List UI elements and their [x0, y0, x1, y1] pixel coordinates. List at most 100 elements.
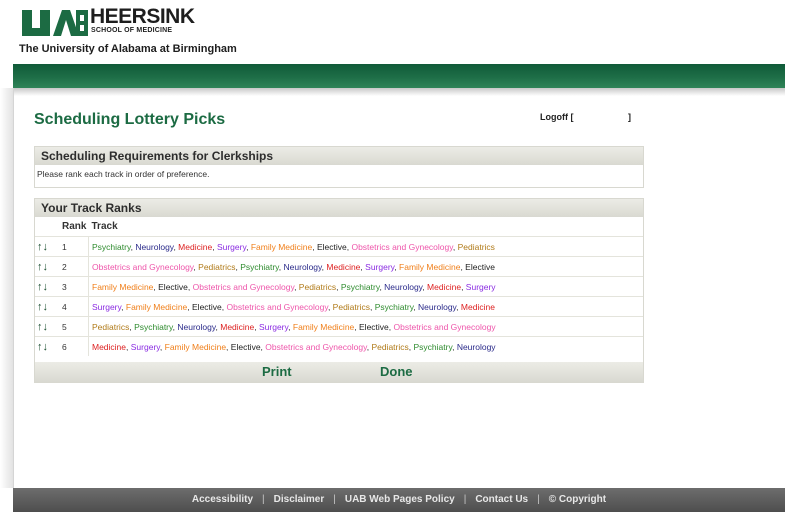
green-banner [13, 64, 785, 88]
track-name: Medicine [220, 321, 255, 332]
track-name: Pediatrics [457, 241, 495, 252]
track-ranks-panel: Your Track Ranks Rank Track ↑↓ 1 Psychiatr… [34, 198, 644, 383]
move-down-icon[interactable]: ↓ [43, 341, 49, 353]
university-name: The University of Alabama at Birmingham [19, 43, 237, 55]
table-row: ↑↓ 3 Family Medicine, Elective, Obstetrics… [35, 276, 643, 297]
uab-logo-icon[interactable] [22, 10, 88, 36]
track-cell: Surgery, Family Medicine, Elective, Obst… [88, 296, 643, 317]
table-row: ↑↓ 2 Obstetrics and Gynecology, Pediatrics… [35, 256, 643, 277]
track-name: Surgery [92, 301, 122, 312]
track-name: Family Medicine [250, 241, 313, 252]
track-name: Medicine [326, 261, 361, 272]
rank-cell: 1 [59, 236, 89, 257]
requirements-text: Please rank each track in order of prefe… [37, 169, 210, 179]
reorder-arrows: ↑↓ [35, 236, 59, 257]
track-name: Obstetrics and Gynecology [226, 301, 328, 312]
site-header: HEERSINK SCHOOL OF MEDICINE The Universi… [0, 0, 785, 62]
reorder-arrows: ↑↓ [35, 316, 59, 337]
track-name: Neurology [384, 281, 423, 292]
move-down-icon[interactable]: ↓ [43, 261, 49, 273]
track-name: Pediatrics [332, 301, 370, 312]
rank-cell: 3 [59, 276, 89, 297]
track-name: Psychiatry [413, 341, 453, 352]
track-header: Track [91, 221, 118, 232]
footer-gap [0, 488, 13, 512]
track-name: Neurology [135, 241, 174, 252]
reorder-arrows: ↑↓ [35, 256, 59, 277]
track-name: Medicine [92, 341, 127, 352]
requirements-heading: Scheduling Requirements for Clerkships [35, 147, 643, 165]
track-cell: Medicine, Surgery, Family Medicine, Elec… [88, 336, 643, 356]
track-name: Psychiatry [240, 261, 279, 272]
track-name: Psychiatry [340, 281, 380, 292]
track-name: Neurology [418, 301, 457, 312]
logoff-link[interactable]: Logoff [ [540, 112, 573, 122]
track-name: Elective [192, 301, 222, 312]
panel-actions: Print Done [35, 362, 643, 382]
track-name: Obstetrics and Gynecology [393, 321, 496, 332]
track-cell: Psychiatry, Neurology, Medicine, Surgery… [88, 236, 643, 257]
footer-link[interactable]: © Copyright [549, 494, 606, 505]
track-name: Obstetrics and Gynecology [192, 281, 295, 292]
move-down-icon[interactable]: ↓ [43, 301, 49, 313]
track-name: Medicine [178, 241, 213, 252]
banner-shadow [14, 88, 785, 96]
track-name: Medicine [460, 301, 495, 312]
track-name: Family Medicine [399, 261, 461, 272]
reorder-arrows: ↑↓ [35, 276, 59, 297]
track-name: Elective [158, 281, 188, 292]
track-name: Family Medicine [125, 301, 188, 312]
track-name: Elective [316, 241, 347, 252]
table-row: ↑↓ 1 Psychiatry, Neurology, Medicine, Surg… [35, 236, 643, 257]
track-name: Surgery [259, 321, 289, 332]
track-cell: Obstetrics and Gynecology, Pediatrics, P… [88, 256, 643, 277]
requirements-panel: Scheduling Requirements for Clerkships P… [34, 146, 644, 188]
track-cell: Family Medicine, Elective, Obstetrics an… [88, 276, 643, 297]
move-down-icon[interactable]: ↓ [43, 241, 49, 253]
left-frame [0, 88, 13, 488]
rank-header: Rank [62, 221, 87, 232]
rank-cell: 4 [59, 296, 89, 317]
print-button[interactable]: Print [262, 364, 292, 379]
track-name: Neurology [283, 261, 322, 272]
site-footer: Accessibility | Disclaimer | UAB Web Pages P… [13, 488, 785, 512]
track-name: Psychiatry [92, 241, 131, 252]
track-ranks-heading: Your Track Ranks [35, 199, 643, 217]
track-name: Neurology [456, 341, 496, 352]
track-name: Medicine [427, 281, 462, 292]
logo-heersink-text: HEERSINK [90, 5, 195, 28]
move-down-icon[interactable]: ↓ [43, 321, 49, 333]
footer-link[interactable]: Contact Us [475, 494, 528, 505]
track-ranks-table: Rank Track ↑↓ 1 Psychiatry, Neurology, Med… [35, 217, 643, 356]
track-name: Pediatrics [198, 261, 236, 272]
track-name: Neurology [177, 321, 216, 332]
track-name: Surgery [130, 341, 160, 352]
logo-school-text: SCHOOL OF MEDICINE [91, 27, 173, 34]
rank-cell: 2 [59, 256, 89, 277]
footer-link[interactable]: UAB Web Pages Policy [345, 494, 455, 505]
track-name: Psychiatry [374, 301, 414, 312]
footer-link[interactable]: Accessibility [192, 494, 253, 505]
footer-link[interactable]: Disclaimer [274, 494, 325, 505]
track-name: Surgery [216, 241, 247, 252]
track-name: Obstetrics and Gynecology [92, 261, 194, 272]
greenbar-gap [0, 64, 13, 88]
rank-cell: 5 [59, 316, 89, 337]
track-name: Psychiatry [134, 321, 173, 332]
page-title: Scheduling Lottery Picks [34, 111, 226, 128]
table-row: ↑↓ 4 Surgery, Family Medicine, Elective, O… [35, 296, 643, 317]
track-name: Elective [359, 321, 389, 332]
logoff-bracket: ] [628, 112, 631, 122]
table-row: ↑↓ 5 Pediatrics, Psychiatry, Neurology, Me… [35, 316, 643, 337]
track-name: Pediatrics [371, 341, 409, 352]
track-name: Elective [230, 341, 261, 352]
track-name: Elective [465, 261, 495, 272]
track-name: Obstetrics and Gynecology [265, 341, 367, 352]
track-name: Pediatrics [92, 321, 130, 332]
reorder-arrows: ↑↓ [35, 336, 59, 356]
track-name: Surgery [365, 261, 395, 272]
arrows-header [35, 217, 59, 237]
done-button[interactable]: Done [380, 364, 413, 379]
move-down-icon[interactable]: ↓ [43, 281, 49, 293]
track-name: Obstetrics and Gynecology [351, 241, 453, 252]
